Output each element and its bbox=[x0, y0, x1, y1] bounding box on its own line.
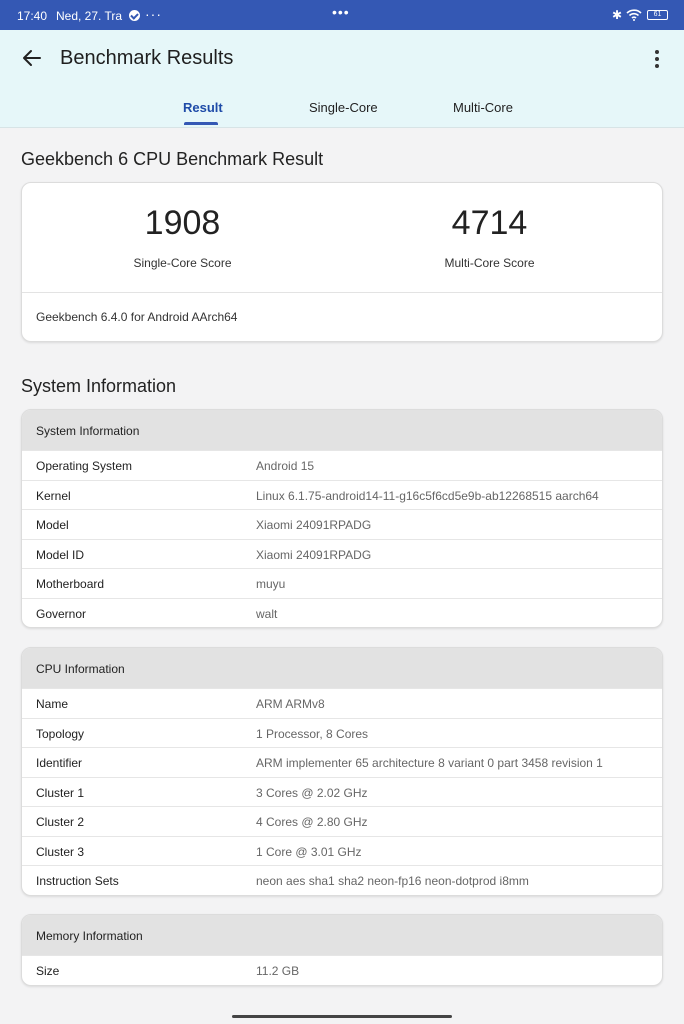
app-bar: Benchmark Results Result Single-Core Mul… bbox=[0, 30, 684, 128]
page-title: Benchmark Results bbox=[60, 47, 234, 69]
single-core-label: Single-Core Score bbox=[133, 256, 232, 270]
row-key: Instruction Sets bbox=[36, 874, 119, 888]
result-heading: Geekbench 6 CPU Benchmark Result bbox=[21, 149, 324, 169]
row-key: Cluster 1 bbox=[36, 785, 85, 800]
row-value: ARM ARMv8 bbox=[256, 697, 325, 711]
table-row: Model Xiaomi 24091RPADG bbox=[22, 509, 662, 539]
row-key: Topology bbox=[36, 726, 85, 741]
row-key: Identifier bbox=[36, 756, 83, 770]
status-date: Ned, 27. Tra bbox=[56, 9, 123, 23]
tab-single-core[interactable]: Single-Core bbox=[309, 100, 378, 115]
row-key: Model ID bbox=[36, 547, 85, 562]
system-info-card-title: System Information bbox=[22, 410, 662, 450]
version-text: Geekbench 6.4.0 for Android AArch64 bbox=[36, 310, 238, 324]
status-bar: 17:40 Ned, 27. Tra ··· ••• ✱ 61 bbox=[0, 0, 684, 30]
table-row: Identifier ARM implementer 65 architectur… bbox=[22, 747, 662, 777]
row-value: 3 Cores @ 2.02 GHz bbox=[256, 785, 368, 800]
table-row: Kernel Linux 6.1.75-android14-11-g16c5f6c… bbox=[22, 479, 662, 510]
row-value: walt bbox=[256, 606, 278, 621]
table-row: Cluster 3 1 Core @ 3.01 GHz bbox=[22, 835, 662, 866]
row-value: Linux 6.1.75-android14-11-g16c5f6cd5e9b-… bbox=[256, 488, 599, 503]
table-row: Instruction Sets neon aes sha1 sha2 neon-… bbox=[22, 865, 662, 895]
memory-info-card: Memory Information Size 11.2 GB bbox=[21, 914, 663, 986]
wifi-icon bbox=[626, 9, 642, 21]
memory-info-card-title: Memory Information bbox=[22, 915, 662, 955]
multi-core-label: Multi-Core Score bbox=[444, 256, 535, 270]
row-key: Size bbox=[36, 964, 60, 978]
table-row: Governor walt bbox=[22, 597, 662, 628]
score-card: 1908 Single-Core Score 4714 Multi-Core S… bbox=[21, 182, 663, 342]
score-divider bbox=[22, 292, 662, 293]
table-row: Cluster 1 3 Cores @ 2.02 GHz bbox=[22, 776, 662, 807]
row-key: Model bbox=[36, 518, 69, 532]
active-tab-indicator bbox=[184, 122, 218, 125]
arrow-left-icon[interactable] bbox=[20, 46, 44, 70]
single-core-score: 1908 bbox=[144, 204, 221, 242]
row-value: ARM implementer 65 architecture 8 varian… bbox=[256, 756, 603, 770]
row-value: 4 Cores @ 2.80 GHz bbox=[256, 815, 368, 829]
row-key: Cluster 2 bbox=[36, 815, 85, 829]
table-row: Size 11.2 GB bbox=[22, 955, 662, 985]
row-value: Xiaomi 24091RPADG bbox=[256, 547, 372, 562]
system-info-card: System Information Operating System Andro… bbox=[21, 409, 663, 628]
check-circle-icon bbox=[129, 10, 140, 21]
table-row: Operating System Android 15 bbox=[22, 450, 662, 480]
row-value: Android 15 bbox=[256, 459, 315, 473]
table-row: Cluster 2 4 Cores @ 2.80 GHz bbox=[22, 806, 662, 836]
multi-core-score-block: 4714 Multi-Core Score bbox=[329, 183, 650, 270]
row-key: Cluster 3 bbox=[36, 844, 85, 859]
row-value: muyu bbox=[256, 577, 286, 591]
row-key: Motherboard bbox=[36, 577, 105, 591]
home-indicator[interactable] bbox=[232, 1015, 452, 1018]
row-key: Governor bbox=[36, 606, 87, 621]
tab-result[interactable]: Result bbox=[183, 100, 223, 115]
row-key: Name bbox=[36, 697, 69, 711]
table-row: Model ID Xiaomi 24091RPADG bbox=[22, 538, 662, 569]
multi-core-score: 4714 bbox=[451, 204, 528, 242]
tab-multi-core[interactable]: Multi-Core bbox=[453, 100, 513, 115]
table-row: Name ARM ARMv8 bbox=[22, 688, 662, 718]
row-value: Xiaomi 24091RPADG bbox=[256, 518, 372, 532]
row-value: 1 Core @ 3.01 GHz bbox=[256, 844, 362, 859]
bluetooth-icon: ✱ bbox=[612, 8, 623, 22]
status-time: 17:40 bbox=[17, 9, 48, 23]
status-overflow-icon: ··· bbox=[145, 6, 162, 22]
cpu-info-card: CPU Information Name ARM ARMv8 Topology 1 … bbox=[21, 647, 663, 896]
cpu-info-card-title: CPU Information bbox=[22, 648, 662, 688]
more-vertical-icon[interactable] bbox=[646, 48, 668, 70]
row-key: Operating System bbox=[36, 459, 133, 473]
system-info-heading: System Information bbox=[21, 376, 177, 396]
row-key: Kernel bbox=[36, 488, 71, 503]
table-row: Motherboard muyu bbox=[22, 568, 662, 598]
row-value: 1 Processor, 8 Cores bbox=[256, 726, 369, 741]
table-row: Topology 1 Processor, 8 Cores bbox=[22, 717, 662, 748]
battery-icon: 61 bbox=[647, 10, 668, 20]
row-value: 11.2 GB bbox=[256, 964, 300, 978]
row-value: neon aes sha1 sha2 neon-fp16 neon-dotpro… bbox=[256, 874, 529, 888]
single-core-score-block: 1908 Single-Core Score bbox=[22, 183, 343, 270]
status-center-dots-icon: ••• bbox=[332, 4, 350, 20]
